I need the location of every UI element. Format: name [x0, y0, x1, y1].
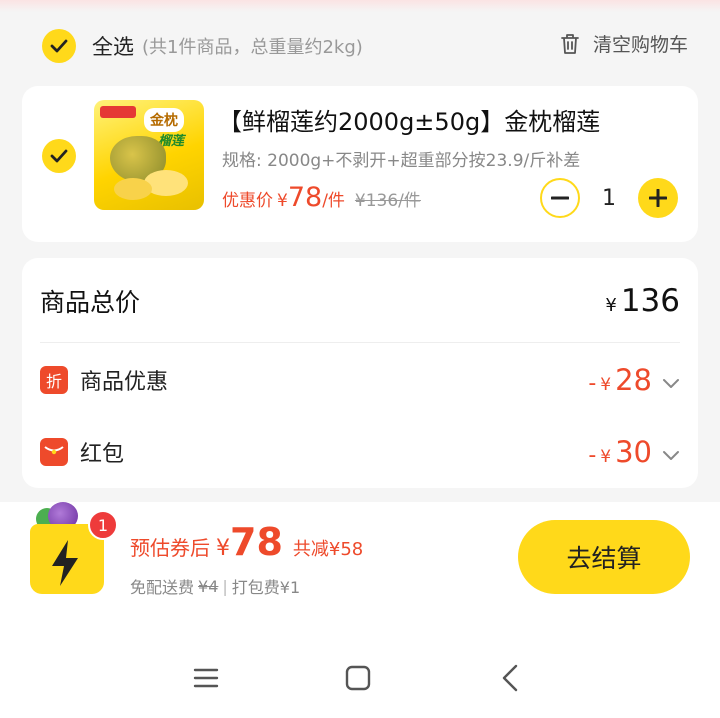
fee-separator: | — [222, 576, 228, 596]
clear-cart-label: 清空购物车 — [592, 34, 688, 56]
redpacket-value: - ¥ 30 — [588, 435, 680, 469]
home-square-icon[interactable] — [338, 662, 378, 694]
back-icon[interactable] — [490, 662, 530, 694]
product-card: 金枕 榴莲 【鲜榴莲约2000g±50g】金枕榴莲 规格: 2000g+不剥开+… — [22, 86, 698, 242]
packing-fee: 打包费¥1 — [231, 578, 301, 597]
divider — [40, 342, 680, 343]
estimate-label: 预估券后 — [130, 536, 210, 560]
cart-summary-meta: (共1件商品，总重量约2kg) — [142, 37, 363, 58]
quantity-stepper: 1 — [540, 178, 678, 218]
redpacket-amount: 30 — [615, 435, 652, 469]
estimated-price-row: 预估券后 ¥ 78 共减¥58 — [130, 520, 363, 564]
menu-icon[interactable] — [186, 662, 226, 694]
product-checkbox[interactable] — [42, 139, 76, 173]
brand-logo — [100, 106, 136, 118]
discount-value: - ¥ 28 — [588, 363, 680, 397]
redpacket-currency: ¥ — [600, 447, 612, 467]
fee-row: 免配送费 ¥4 | 打包费¥1 — [130, 574, 300, 598]
product-spec[interactable]: 规格: 2000g+不剥开+超重部分按23.9/斤补差 — [222, 146, 580, 171]
discount-icon: 折 — [40, 366, 68, 394]
cart-bag-icon[interactable]: 1 — [26, 502, 118, 598]
discount-currency: ¥ — [600, 375, 612, 395]
promo-currency: ¥ — [277, 191, 288, 211]
redpacket-row[interactable]: 红包 - ¥ 30 — [22, 432, 698, 472]
select-all-checkbox[interactable] — [42, 29, 76, 63]
redpacket-minus: - — [588, 443, 597, 468]
total-row: 商品总价 ¥ 136 — [22, 280, 698, 322]
select-all-row: 全选 (共1件商品，总重量约2kg) 清空购物车 — [0, 22, 720, 70]
original-price: ¥136/件 — [354, 191, 421, 211]
total-value: ¥ 136 — [605, 283, 680, 319]
top-gradient — [0, 0, 720, 12]
redpacket-label: 红包 — [80, 442, 125, 467]
total-savings[interactable]: 共减¥58 — [293, 535, 363, 561]
decrease-quantity-button[interactable] — [540, 178, 580, 218]
clear-cart-button[interactable]: 清空购物车 — [559, 30, 688, 57]
discount-minus: - — [588, 371, 597, 396]
quantity-value[interactable]: 1 — [580, 186, 638, 211]
chevron-down-icon[interactable] — [662, 378, 680, 390]
estimate-currency: ¥ — [216, 536, 230, 561]
promo-label: 优惠价 — [222, 191, 273, 211]
minus-icon — [551, 196, 569, 200]
total-label: 商品总价 — [40, 288, 141, 317]
chevron-down-icon[interactable] — [662, 450, 680, 462]
discount-amount: 28 — [615, 363, 652, 397]
promo-price: 78 — [287, 182, 323, 213]
red-packet-icon — [40, 438, 68, 466]
product-title[interactable]: 【鲜榴莲约2000g±50g】金枕榴莲 — [218, 102, 600, 137]
select-all-label[interactable]: 全选 — [92, 31, 134, 61]
estimate-price: 78 — [230, 520, 283, 564]
discount-row[interactable]: 折 商品优惠 - ¥ 28 — [22, 360, 698, 400]
check-icon — [50, 39, 68, 53]
durian-flesh — [114, 178, 152, 200]
delivery-original-fee: ¥4 — [198, 576, 219, 596]
discount-label: 商品优惠 — [80, 370, 169, 395]
increase-quantity-button[interactable] — [638, 178, 678, 218]
trash-icon — [561, 33, 579, 54]
delivery-label: 免配送费 — [130, 578, 195, 597]
checkout-bar: 1 预估券后 ¥ 78 共减¥58 免配送费 ¥4 | 打包费¥1 去结算 — [0, 502, 720, 718]
plus-icon — [649, 189, 667, 207]
system-nav-bar — [0, 648, 720, 708]
lightning-icon — [52, 540, 78, 586]
promo-unit: /件 — [322, 191, 345, 211]
product-image-tag: 金枕 — [144, 108, 184, 132]
cart-count-badge: 1 — [88, 510, 118, 540]
checkout-button[interactable]: 去结算 — [518, 520, 690, 594]
price-row: 优惠价 ¥ 78 /件 ¥136/件 — [222, 182, 421, 213]
product-image[interactable]: 金枕 榴莲 — [94, 100, 204, 210]
total-currency: ¥ — [605, 295, 617, 316]
total-amount: 136 — [620, 283, 680, 319]
price-summary-card: 商品总价 ¥ 136 折 商品优惠 - ¥ 28 红包 - ¥ 30 — [22, 258, 698, 488]
check-icon — [50, 149, 68, 163]
